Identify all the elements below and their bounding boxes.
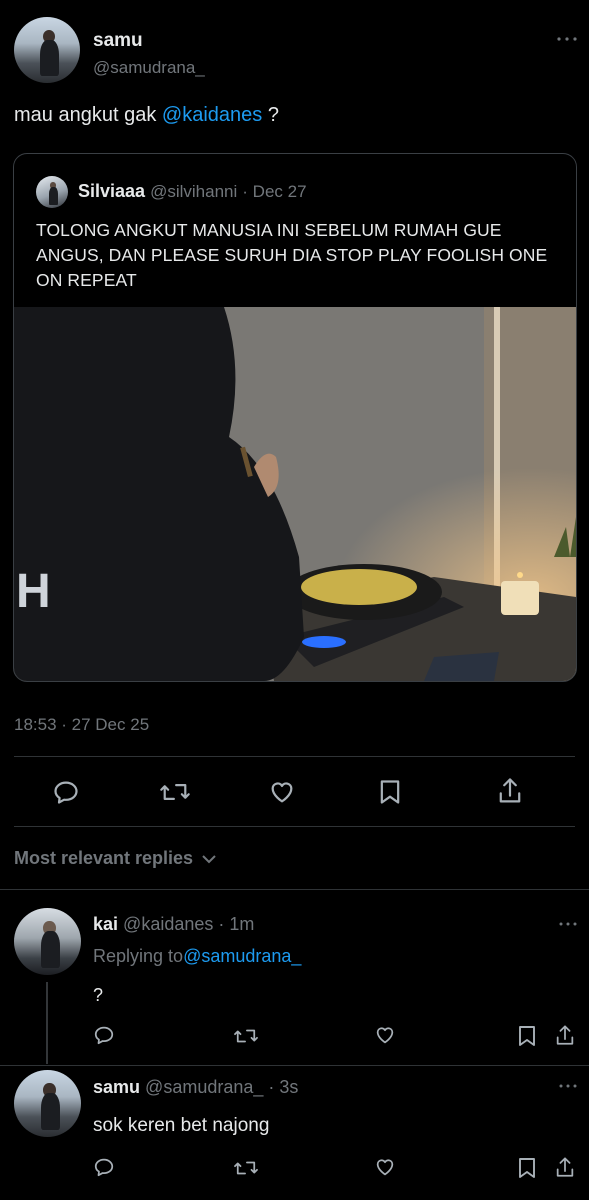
quoted-tweet-card[interactable]: Silviaaa @silvihanni · Dec 27 TOLONG ANG… — [13, 153, 577, 682]
heart-icon[interactable] — [374, 1024, 396, 1046]
retweet-icon[interactable] — [159, 778, 191, 806]
bookmark-icon[interactable] — [516, 1024, 538, 1048]
author-handle[interactable]: @samudrana_ — [93, 58, 205, 78]
divider — [0, 889, 589, 890]
quote-avatar — [36, 176, 68, 208]
chevron-down-icon — [202, 854, 216, 864]
reply-header: kai @kaidanes · 1m — [93, 914, 254, 935]
photo-illustration: H — [14, 307, 576, 681]
share-icon[interactable] — [554, 1023, 576, 1048]
more-icon[interactable] — [556, 32, 578, 46]
quote-text: TOLONG ANGKUT MANUSIA INI SEBELUM RUMAH … — [36, 220, 548, 290]
retweet-icon[interactable] — [233, 1157, 259, 1179]
heart-icon[interactable] — [268, 778, 296, 806]
reply-avatar[interactable] — [14, 908, 81, 975]
author-avatar[interactable] — [14, 17, 80, 83]
tweet-text-suffix: ? — [267, 104, 279, 126]
replying-to-label: Replying to — [93, 946, 184, 966]
quote-photo[interactable]: H — [14, 307, 576, 681]
more-icon[interactable] — [558, 918, 578, 930]
reply-icon[interactable] — [52, 778, 80, 806]
reply-header: samu @samudrana_ · 3s — [93, 1077, 298, 1098]
replying-to: Replying to@samudrana_ — [93, 946, 301, 967]
reply-text: sok keren bet najong — [93, 1115, 270, 1136]
reply-time: · 1m — [218, 914, 255, 934]
divider — [14, 756, 575, 757]
share-icon[interactable] — [554, 1155, 576, 1180]
reply-avatar[interactable] — [14, 1070, 81, 1137]
tweet-text-prefix: mau angkut gak — [14, 104, 157, 126]
quote-date: · Dec 27 — [242, 182, 307, 201]
svg-text:H: H — [16, 565, 51, 618]
reply-time: · 3s — [268, 1077, 299, 1097]
quote-display-name: Silviaaa — [78, 181, 146, 201]
reply-display-name[interactable]: kai — [93, 914, 118, 934]
thread-line — [46, 982, 48, 1064]
quote-handle: @silvihanni — [150, 182, 238, 201]
author-display-name[interactable]: samu — [93, 30, 143, 52]
reply-handle[interactable]: @samudrana_ — [145, 1077, 263, 1097]
reply-icon[interactable] — [93, 1156, 115, 1178]
retweet-icon[interactable] — [233, 1025, 259, 1047]
divider — [14, 826, 575, 827]
reply-handle[interactable]: @kaidanes — [123, 914, 213, 934]
tweet-text: mau angkut gak @kaidanes ? — [14, 104, 279, 127]
divider — [0, 1065, 589, 1066]
reply-icon[interactable] — [93, 1024, 115, 1046]
heart-icon[interactable] — [374, 1156, 396, 1178]
share-icon[interactable] — [496, 776, 524, 806]
tweet-timestamp[interactable]: 18:53 · 27 Dec 25 — [14, 715, 149, 735]
reply-display-name[interactable]: samu — [93, 1077, 140, 1097]
replies-sort-label: Most relevant replies — [14, 848, 194, 868]
more-icon[interactable] — [558, 1080, 578, 1092]
reply-text: ? — [93, 985, 104, 1005]
bookmark-icon[interactable] — [516, 1156, 538, 1180]
replies-sort-toggle[interactable]: Most relevant replies — [14, 848, 216, 869]
mention-link[interactable]: @kaidanes — [162, 104, 262, 126]
replying-to-link[interactable]: @samudrana_ — [183, 946, 301, 966]
bookmark-icon[interactable] — [377, 778, 403, 806]
